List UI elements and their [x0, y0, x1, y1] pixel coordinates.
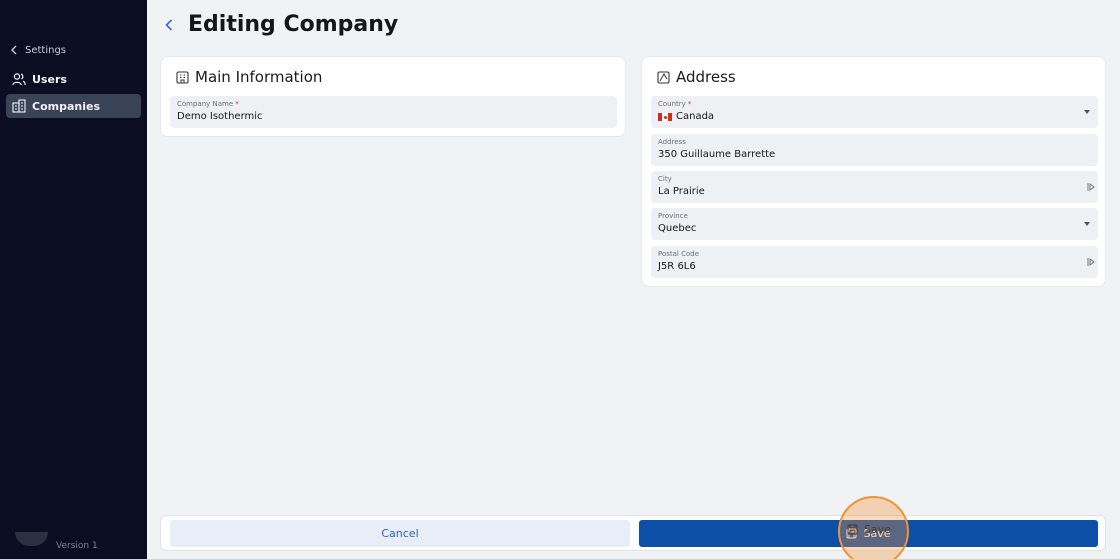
- country-label: Country *: [658, 100, 1092, 109]
- company-name-field[interactable]: Company Name * Demo Isothermic: [170, 96, 617, 128]
- avatar[interactable]: [15, 532, 48, 546]
- save-icon: [846, 528, 857, 539]
- sidebar: Settings Users Companies Version 1: [0, 0, 147, 559]
- province-label: Province: [658, 212, 688, 220]
- city-value: La Prairie: [658, 186, 705, 197]
- sidebar-item-label: Users: [32, 72, 67, 86]
- main-information-card: Main Information Company Name * Demo Isot…: [160, 56, 626, 137]
- address-value: 350 Guillaume Barrette: [658, 149, 776, 160]
- card-title: Main Information: [176, 68, 322, 86]
- dropdown-caret-icon: [1084, 110, 1090, 114]
- back-button[interactable]: [160, 13, 178, 37]
- users-icon: [12, 73, 26, 86]
- settings-back-link[interactable]: Settings: [10, 44, 66, 56]
- postal-code-label: Postal Code: [658, 250, 700, 258]
- settings-back-label: Settings: [25, 44, 67, 56]
- canada-flag-icon: [658, 113, 672, 121]
- city-label: City: [658, 175, 672, 183]
- building-icon: [176, 70, 189, 84]
- save-button-label: Save: [863, 527, 891, 540]
- address-field[interactable]: Address 350 Guillaume Barrette: [651, 134, 1098, 166]
- buildings-icon: [12, 99, 26, 113]
- province-select[interactable]: Province Quebec: [651, 208, 1098, 240]
- country-value: Canada: [676, 111, 715, 122]
- country-select[interactable]: Country * Canada: [651, 96, 1098, 128]
- country-label-text: Country: [658, 100, 686, 108]
- city-field[interactable]: City La Prairie: [651, 171, 1098, 203]
- sidebar-item-companies[interactable]: Companies: [6, 94, 141, 118]
- autofill-icon: [1087, 258, 1095, 266]
- action-bar: Cancel Save: [160, 515, 1106, 551]
- required-marker: *: [235, 100, 239, 108]
- address-card: Address Country * Canada Address 350 Guil…: [641, 56, 1106, 287]
- required-marker: *: [687, 100, 692, 108]
- dropdown-caret-icon: [1084, 222, 1090, 226]
- version-label: Version 1: [56, 541, 98, 551]
- postal-code-value: J5R 6L6: [658, 261, 696, 272]
- page-header: Editing Company: [160, 12, 398, 37]
- page-title: Editing Company: [188, 12, 399, 37]
- sidebar-item-label: Companies: [32, 99, 100, 113]
- postal-code-field[interactable]: Postal Code J5R 6L6: [651, 246, 1098, 278]
- chevron-left-icon: [165, 18, 173, 31]
- map-icon: [657, 70, 670, 84]
- card-title-label: Address: [676, 68, 736, 86]
- autofill-icon: [1087, 183, 1095, 191]
- cancel-button[interactable]: Cancel: [170, 520, 630, 547]
- chevron-left-icon: [11, 45, 17, 55]
- province-value: Quebec: [658, 223, 697, 234]
- company-name-value: Demo Isothermic: [177, 111, 263, 122]
- sidebar-item-users[interactable]: Users: [6, 67, 141, 91]
- address-label: Address: [658, 138, 686, 146]
- save-button[interactable]: Save: [639, 520, 1098, 547]
- country-value-row: Canada: [658, 111, 1092, 123]
- company-name-label-text: Company Name: [177, 100, 234, 108]
- company-name-label: Company Name *: [177, 100, 611, 109]
- card-title-label: Main Information: [195, 68, 323, 86]
- card-title: Address: [657, 68, 736, 86]
